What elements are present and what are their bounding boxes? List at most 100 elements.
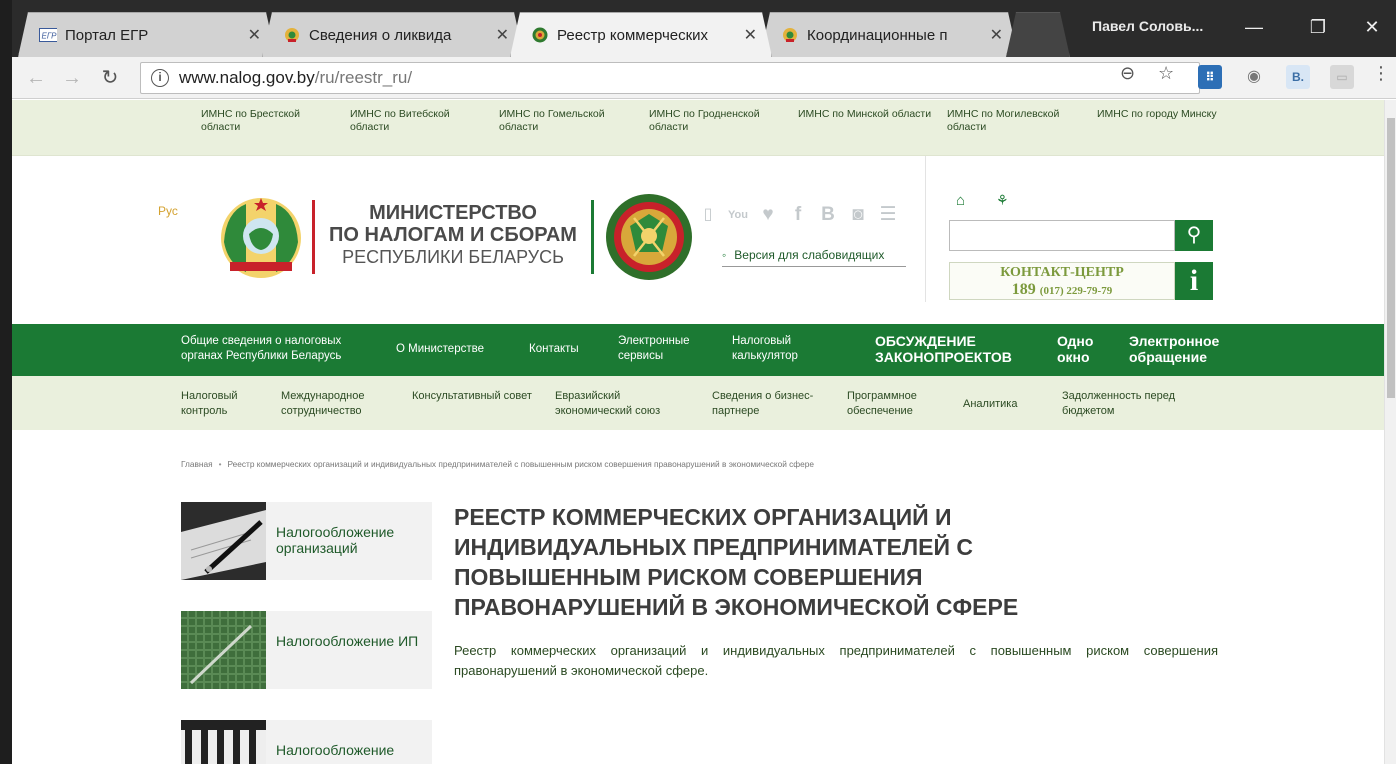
sidebar-card-ip[interactable]: Налогообложение ИП (181, 611, 432, 689)
info-icon[interactable]: i (1175, 262, 1213, 300)
url-host: www.nalog.gov.by (179, 68, 315, 87)
search-input[interactable] (949, 220, 1175, 251)
subnav-business-partner[interactable]: Сведения о бизнес-партнере (712, 389, 822, 419)
reload-icon[interactable]: ↻ (96, 64, 124, 92)
sidebar-card-label: Налогообложение ИП (276, 633, 419, 649)
home-icon[interactable]: ⌂ (956, 192, 965, 209)
menu-icon[interactable]: ⋮ (1372, 63, 1390, 84)
cast-ext-icon[interactable]: ⠿ (1198, 65, 1222, 89)
subnav-software[interactable]: Программное обеспечение (847, 389, 947, 419)
nav-general-info[interactable]: Общие сведения о налоговых органах Респу… (181, 334, 381, 364)
tab-title: Сведения о ликвида (309, 26, 452, 44)
emblem-icon (283, 26, 301, 44)
eye-ext-icon[interactable]: ◉ (1242, 65, 1266, 89)
egr-icon: ЕГР (39, 26, 57, 44)
tab-registry[interactable]: Реестр коммерческих ✕ (510, 12, 772, 57)
tab-title: Координационные п (807, 26, 948, 44)
vk-icon[interactable]: B (818, 204, 838, 226)
main-navigation: Общие сведения о налоговых органах Респу… (12, 324, 1384, 376)
pdf-ext-icon[interactable]: ▭ (1330, 65, 1354, 89)
region-link-mogilev[interactable]: ИМНС по Могилевской области (947, 108, 1087, 134)
contact-phone: (017) 229-79-79 (1039, 285, 1113, 297)
tab-coordination[interactable]: Координационные п ✕ (760, 12, 1018, 57)
subnav-eaeu[interactable]: Евразийский экономический союз (555, 389, 690, 419)
columns-image (181, 720, 266, 764)
tab-close-icon[interactable]: ✕ (744, 25, 757, 45)
nav-e-services[interactable]: Электронные сервисы (618, 334, 710, 364)
tab-egr-portal[interactable]: ЕГР Портал ЕГР ✕ (18, 12, 276, 57)
subnav-budget-debt[interactable]: Задолженность перед бюджетом (1062, 389, 1182, 419)
window-frame (0, 0, 12, 764)
nav-tax-calculator[interactable]: Налоговый калькулятор (732, 334, 822, 364)
nav-contacts[interactable]: Контакты (529, 342, 579, 357)
subnav-international[interactable]: Международное сотрудничество (281, 389, 391, 419)
browser-toolbar: ← → ↻ i www.nalog.gov.by/ru/reestr_ru/ ⊖… (12, 57, 1396, 99)
calculator-image (181, 611, 266, 689)
secondary-navigation: Налоговый контроль Международное сотрудн… (12, 376, 1384, 430)
tab-close-icon[interactable]: ✕ (990, 25, 1003, 45)
mobile-icon[interactable]: ▯ (698, 204, 718, 226)
close-window-icon[interactable]: ✕ (1350, 12, 1394, 42)
region-link-minsk-city[interactable]: ИМНС по городу Минску (1097, 108, 1237, 121)
region-link-vitebsk[interactable]: ИМНС по Витебской области (350, 108, 490, 134)
nav-e-appeal[interactable]: Электронное обращение (1129, 333, 1241, 365)
tab-liquidation-info[interactable]: Сведения о ликвида ✕ (262, 12, 524, 57)
region-link-minsk-region[interactable]: ИМНС по Минской области (798, 108, 938, 121)
breadcrumb-current: Реестр коммерческих организаций и индиви… (227, 459, 814, 469)
tab-strip: ЕГР Портал ЕГР ✕ Сведения о ликвида ✕ Ре… (12, 0, 1396, 57)
youtube-icon[interactable]: You (728, 204, 748, 226)
subnav-tax-control[interactable]: Налоговый контроль (181, 389, 261, 419)
breadcrumb-separator: • (218, 459, 222, 469)
forward-icon[interactable]: → (58, 64, 86, 92)
twitter-icon[interactable]: ♥ (758, 204, 778, 226)
instagram-icon[interactable]: ◙ (848, 204, 868, 226)
minimize-icon[interactable]: — (1232, 12, 1276, 42)
sidebar-card-organizations[interactable]: Налогообложение организаций (181, 502, 432, 580)
sidebar-card-label: Налогообложение организаций (276, 524, 395, 556)
profile-name[interactable]: Павел Соловь... (1092, 18, 1203, 34)
subnav-analytics[interactable]: Аналитика (963, 397, 1017, 412)
breadcrumb-home[interactable]: Главная (181, 459, 213, 469)
site-header: Рус МИНИСТЕРСТВО ПО НАЛОГАМ И СБОРАМ РЕС… (12, 156, 1384, 324)
zoom-icon[interactable]: ⊖ (1120, 63, 1135, 84)
site-info-icon[interactable]: i (151, 69, 169, 87)
contact-center-banner[interactable]: КОНТАКТ-ЦЕНТР 189 (017) 229-79-79 (949, 262, 1175, 300)
rss-icon[interactable]: ☰ (878, 204, 898, 226)
sidebar-card-other[interactable]: Налогообложение (181, 720, 432, 764)
url-path: /ru/reestr_ru/ (314, 68, 413, 87)
search-button[interactable]: ⚲ (1175, 220, 1213, 251)
ministry-badge-logo (606, 194, 692, 280)
address-bar[interactable]: i www.nalog.gov.by/ru/reestr_ru/ (140, 62, 1200, 94)
egr-icon-label: ЕГР (41, 32, 57, 41)
region-link-gomel[interactable]: ИМНС по Гомельской области (499, 108, 639, 134)
language-switch[interactable]: Рус (158, 204, 178, 218)
vk-ext-icon[interactable]: В. (1286, 65, 1310, 89)
nav-one-window[interactable]: Одно окно (1057, 333, 1109, 365)
sitemap-icon[interactable]: ⚘ (996, 192, 1009, 209)
contact-center-title: КОНТАКТ-ЦЕНТР (1000, 265, 1124, 280)
regions-bar: ИМНС по Брестской области ИМНС по Витебс… (12, 100, 1384, 156)
scrollbar-thumb[interactable] (1387, 118, 1395, 398)
low-vision-label: Версия для слабовидящих (734, 248, 885, 262)
ministry-line-3: РЕСПУБЛИКИ БЕЛАРУСЬ (342, 247, 564, 267)
low-vision-link[interactable]: ◦ Версия для слабовидящих (722, 248, 906, 267)
region-link-brest[interactable]: ИМНС по Брестской области (201, 108, 341, 134)
new-tab-button[interactable] (1006, 12, 1070, 57)
contact-short-number: 189 (1011, 281, 1036, 298)
facebook-icon[interactable]: f (788, 204, 808, 226)
state-emblem-logo[interactable] (216, 192, 306, 282)
tab-close-icon[interactable]: ✕ (496, 25, 509, 45)
region-link-grodno[interactable]: ИМНС по Гродненской области (649, 108, 789, 134)
pen-document-image (181, 502, 266, 580)
back-icon[interactable]: ← (22, 64, 50, 92)
page-scrollbar[interactable] (1384, 100, 1396, 764)
header-divider (925, 156, 926, 302)
bookmark-star-icon[interactable]: ☆ (1158, 63, 1174, 84)
subnav-advisory-council[interactable]: Консультативный совет (412, 389, 532, 404)
restore-icon[interactable]: ❐ (1296, 12, 1340, 42)
ministry-title[interactable]: МИНИСТЕРСТВО ПО НАЛОГАМ И СБОРАМ РЕСПУБЛ… (312, 200, 594, 274)
search-icon: ⚲ (1186, 224, 1202, 246)
tab-close-icon[interactable]: ✕ (248, 25, 261, 45)
nav-bill-discussion[interactable]: ОБСУЖДЕНИЕ ЗАКОНОПРОЕКТОВ (875, 333, 1035, 365)
nav-about-ministry[interactable]: О Министерстве (396, 342, 484, 357)
